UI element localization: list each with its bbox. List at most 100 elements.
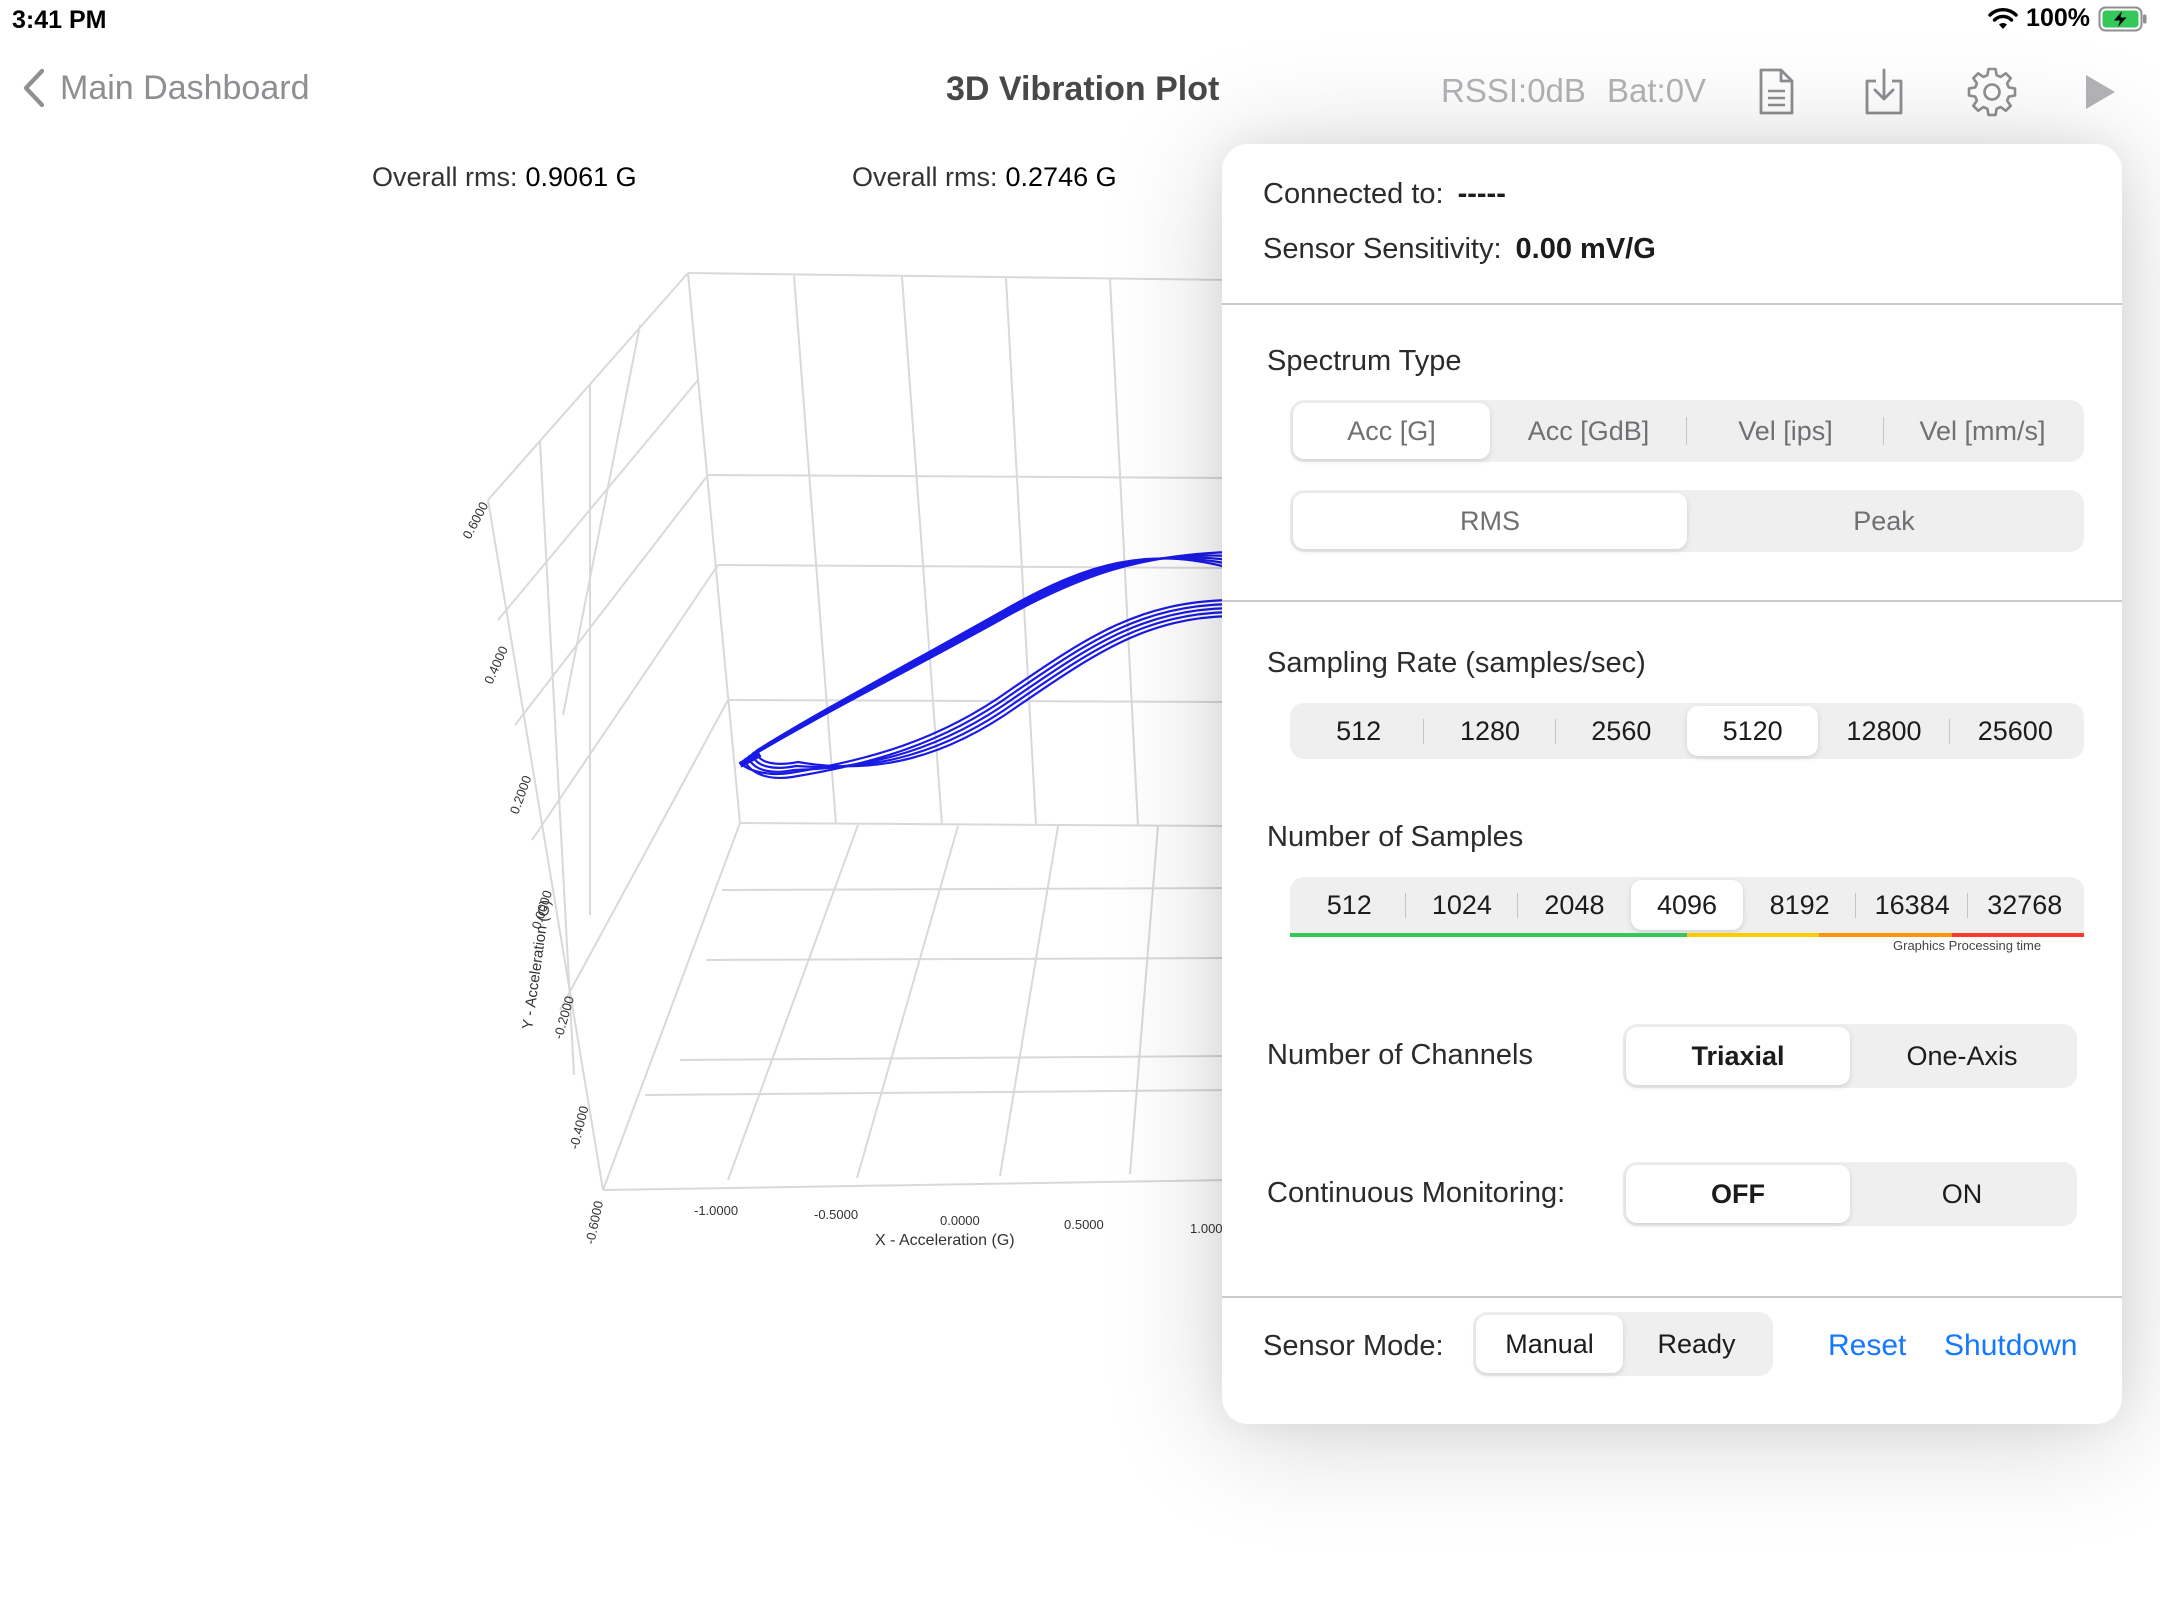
samples-option-8192[interactable]: 8192 — [1743, 880, 1856, 930]
vibration-3d-plot[interactable]: -1.0000 -0.5000 0.0000 0.5000 1.000 X - … — [400, 240, 1230, 1260]
battery-charging-icon — [2098, 6, 2147, 31]
rssi-readout: RSSI:0dB — [1441, 72, 1586, 109]
wifi-icon — [1988, 7, 2018, 29]
sampling-option-2560[interactable]: 2560 — [1556, 706, 1687, 756]
continuous-option-off[interactable]: OFF — [1626, 1165, 1850, 1223]
z-tick-label: 0.2000 — [507, 774, 535, 816]
sampling-rate-label: Sampling Rate (samples/sec) — [1267, 647, 1646, 679]
spectrum-option-vel-ips[interactable]: Vel [ips] — [1687, 403, 1884, 459]
sampling-option-12800[interactable]: 12800 — [1818, 706, 1950, 756]
document-icon — [1759, 68, 1794, 115]
option-label: OFF — [1711, 1178, 1765, 1209]
rms-readout-2: Overall rms: 0.2746 G — [852, 162, 1117, 193]
sensor-mode-option-manual[interactable]: Manual — [1476, 1315, 1623, 1373]
continuous-option-on[interactable]: ON — [1850, 1165, 2074, 1223]
nav-bar: Main Dashboard 3D Vibration Plot RSSI:0d… — [0, 50, 2160, 132]
option-label: 512 — [1336, 715, 1382, 746]
connected-label: Connected to: — [1263, 178, 1444, 210]
option-label: 2048 — [1544, 889, 1605, 920]
amplitude-option-rms[interactable]: RMS — [1293, 493, 1687, 549]
channels-option-one-axis[interactable]: One-Axis — [1850, 1027, 2074, 1085]
connected-row: Connected to: ----- — [1263, 178, 1506, 211]
samples-option-16384[interactable]: 16384 — [1856, 880, 1969, 930]
option-label: 16384 — [1874, 889, 1950, 920]
samples-option-512[interactable]: 512 — [1293, 880, 1406, 930]
processing-good-segment — [1290, 933, 1687, 937]
amplitude-option-peak[interactable]: Peak — [1687, 493, 2081, 549]
x-tick-label: 0.0000 — [940, 1213, 980, 1228]
play-icon — [2086, 75, 2115, 109]
channels-option-triaxial[interactable]: Triaxial — [1626, 1027, 1850, 1085]
option-label: 32768 — [1987, 889, 2063, 920]
sampling-option-1280[interactable]: 1280 — [1424, 706, 1556, 756]
channels-control: Triaxial One-Axis — [1623, 1024, 2077, 1088]
spectrum-option-acc-gdb[interactable]: Acc [GdB] — [1490, 403, 1687, 459]
z-tick-label: -0.4000 — [566, 1104, 591, 1150]
num-samples-label: Number of Samples — [1267, 821, 1524, 853]
option-label: 4096 — [1656, 889, 1718, 920]
spectrum-option-acc-g[interactable]: Acc [G] — [1293, 403, 1490, 459]
page-title: 3D Vibration Plot — [946, 70, 1220, 108]
channels-label: Number of Channels — [1267, 1039, 1533, 1071]
samples-option-1024[interactable]: 1024 — [1406, 880, 1519, 930]
processing-time-bar — [1290, 933, 2084, 937]
option-label: Acc [G] — [1347, 415, 1436, 446]
shutdown-button[interactable]: Shutdown — [1944, 1329, 2077, 1363]
z-tick-label: -0.2000 — [550, 994, 577, 1041]
sampling-option-5120[interactable]: 5120 — [1686, 706, 1819, 756]
option-label: Manual — [1505, 1328, 1594, 1359]
sensitivity-value: 0.00 mV/G — [1515, 233, 1656, 265]
spectrum-type-label: Spectrum Type — [1267, 345, 1462, 377]
rms-label: Overall rms: — [372, 162, 518, 192]
option-label: 12800 — [1846, 715, 1922, 746]
option-label: ON — [1941, 1178, 1983, 1209]
samples-option-4096[interactable]: 4096 — [1630, 880, 1744, 930]
divider — [1222, 600, 2122, 602]
x-tick-label: 1.000 — [1190, 1221, 1223, 1236]
processing-medium-segment — [1687, 933, 1820, 937]
option-label: RMS — [1460, 505, 1520, 536]
num-samples-control: 512 1024 2048 4096 8192 16384 32768 — [1290, 877, 2084, 933]
reset-button[interactable]: Reset — [1828, 1329, 1906, 1363]
x-tick-label: 0.5000 — [1064, 1217, 1104, 1232]
option-label: Vel [ips] — [1738, 415, 1833, 446]
download-icon — [1865, 68, 1903, 115]
spectrum-option-vel-mms[interactable]: Vel [mm/s] — [1884, 403, 2081, 459]
status-bar: 3:41 PM 100% — [0, 0, 2160, 40]
x-tick-label: -0.5000 — [814, 1207, 858, 1222]
option-label: 512 — [1326, 889, 1372, 920]
battery-voltage-readout: Bat:0V — [1607, 72, 1707, 109]
sensor-mode-control: Manual Ready — [1473, 1312, 1773, 1376]
samples-option-32768[interactable]: 32768 — [1968, 880, 2081, 930]
sampling-option-512[interactable]: 512 — [1293, 706, 1425, 756]
option-label: Triaxial — [1691, 1040, 1785, 1071]
connected-value: ----- — [1457, 178, 1506, 210]
option-label: Peak — [1853, 505, 1915, 536]
sensitivity-label: Sensor Sensitivity: — [1263, 233, 1502, 265]
rms-readout-1: Overall rms: 0.9061 G — [372, 162, 637, 193]
rms-value: 0.9061 G — [525, 162, 637, 192]
sampling-option-25600[interactable]: 25600 — [1950, 706, 2081, 756]
x-axis-label: X - Acceleration (G) — [875, 1232, 1015, 1249]
option-label: 5120 — [1722, 715, 1783, 746]
rms-value: 0.2746 G — [1005, 162, 1117, 192]
download-button[interactable] — [1856, 64, 1912, 120]
z-tick-label: 0.4000 — [481, 644, 511, 686]
samples-option-2048[interactable]: 2048 — [1518, 880, 1631, 930]
sensor-mode-option-ready[interactable]: Ready — [1623, 1315, 1770, 1373]
option-label: 1024 — [1431, 889, 1492, 920]
option-label: 1280 — [1459, 715, 1521, 746]
z-tick-label: 0.6000 — [459, 499, 491, 541]
z-tick-label: -0.6000 — [582, 1199, 606, 1245]
option-label: Vel [mm/s] — [1919, 415, 2046, 446]
option-label: Acc [GdB] — [1527, 415, 1650, 446]
option-label: 2560 — [1591, 715, 1652, 746]
settings-popover: Connected to: ----- Sensor Sensitivity: 0.… — [1222, 144, 2122, 1424]
settings-button[interactable] — [1964, 64, 2020, 120]
report-button[interactable] — [1748, 64, 1804, 120]
back-button[interactable]: Main Dashboard — [22, 68, 309, 108]
sensor-mode-label: Sensor Mode: — [1263, 1330, 1444, 1362]
continuous-monitoring-label: Continuous Monitoring: — [1267, 1177, 1566, 1209]
play-button[interactable] — [2072, 64, 2128, 120]
status-right: 100% — [1988, 4, 2148, 33]
